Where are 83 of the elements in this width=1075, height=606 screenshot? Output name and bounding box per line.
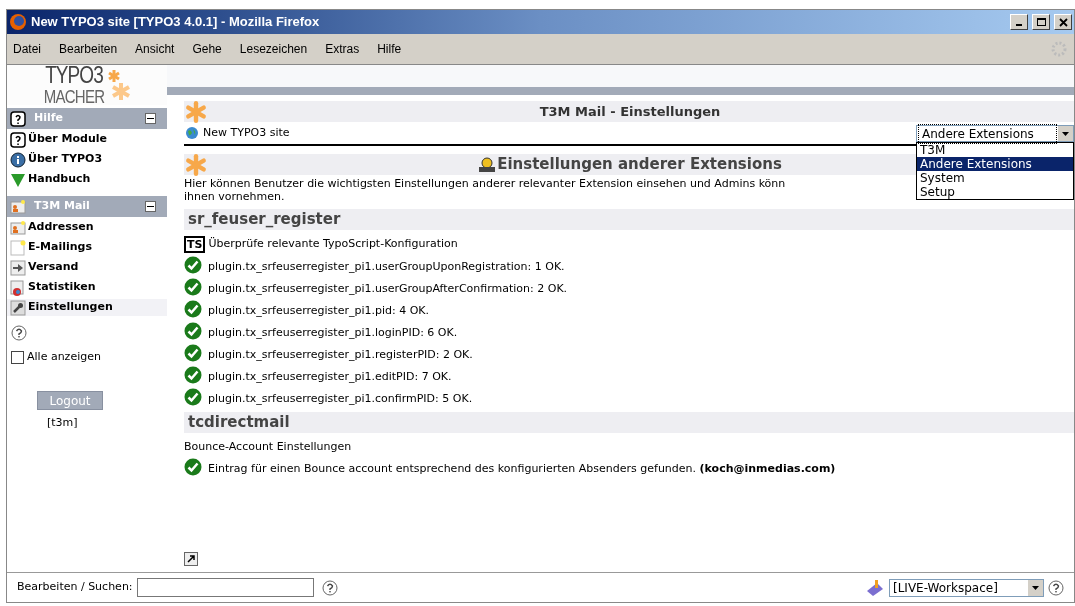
check-result: plugin.tx_srfeuserregister_pi1.editPID: 7 OK. xyxy=(208,368,452,385)
description-text: Hier können Benutzer die wichtigsten Einstellungen anderer relevanter Extension einsehen und Admins könn xyxy=(184,177,786,190)
asterisk-icon xyxy=(185,100,207,123)
card-icon xyxy=(10,219,26,236)
sidebar-item[interactable]: Versand xyxy=(7,259,167,276)
sidebar-item[interactable]: Statistiken xyxy=(7,279,167,296)
sidebar-item[interactable]: Handbuch xyxy=(7,171,167,188)
group-title: tcdirectmail xyxy=(188,412,290,434)
page-title: T3M Mail - Einstellungen xyxy=(538,102,722,121)
check-result: plugin.tx_srfeuserregister_pi1.loginPID: 6 OK. xyxy=(208,324,458,341)
workspace-icon xyxy=(865,578,885,597)
menu-item[interactable]: Ansicht xyxy=(135,40,175,58)
group-subtitle: Bounce-Account Einstellungen xyxy=(184,439,352,455)
window-title: New TYPO3 site [TYPO3 4.0.1] - Mozilla Firefox xyxy=(31,13,321,32)
site-name: New TYPO3 site xyxy=(203,124,290,141)
minimize-button[interactable] xyxy=(1010,14,1028,30)
checkbox[interactable] xyxy=(11,350,24,364)
checkbox-label: Alle anzeigen xyxy=(27,349,101,365)
help-icon[interactable] xyxy=(11,325,27,341)
search-field[interactable] xyxy=(136,578,314,597)
check-result: plugin.tx_srfeuserregister_pi1.userGroupAfterConfirmation: 2 OK. xyxy=(208,280,568,297)
sidebar-item[interactable]: E-Mailings xyxy=(7,239,167,256)
globe-icon xyxy=(185,126,199,140)
description-text: ihnen vornehmen. xyxy=(184,190,285,203)
view-select[interactable]: Andere Extensions xyxy=(916,125,1074,142)
check-icon xyxy=(184,299,202,318)
throbber-icon xyxy=(1050,40,1068,58)
check-result: plugin.tx_srfeuserregister_pi1.userGroupUponRegistration: 1 OK. xyxy=(208,258,565,275)
triangle-icon xyxy=(10,171,26,188)
asterisk-icon xyxy=(108,69,131,101)
sidebar-item[interactable]: Einstellungen xyxy=(7,299,167,316)
check-icon xyxy=(184,458,202,476)
search-label: Bearbeiten / Suchen: xyxy=(17,579,133,596)
help-icon[interactable] xyxy=(321,579,338,596)
help-icon xyxy=(10,110,26,127)
menu-item[interactable]: Lesezeichen xyxy=(239,40,308,58)
menu-item[interactable]: Gehe xyxy=(192,40,222,58)
check-icon xyxy=(184,365,202,384)
check-icon xyxy=(184,343,202,362)
check-icon xyxy=(184,387,202,406)
help-icon[interactable] xyxy=(1048,579,1064,596)
menu-item[interactable]: Extras xyxy=(325,40,360,58)
dropdown-option[interactable]: Andere Extensions xyxy=(917,157,1073,171)
group-title: sr_feuser_register xyxy=(188,209,341,231)
maximize-button[interactable] xyxy=(1032,14,1050,30)
section-title: Hilfe xyxy=(34,110,64,127)
shortcut-icon[interactable] xyxy=(184,552,198,566)
group-subtitle: Überprüfe relevante TypoScript-Konfiguration xyxy=(208,236,458,253)
sidebar-item[interactable]: Über Module xyxy=(7,131,167,148)
section-title: T3M Mail xyxy=(34,198,91,215)
logo-text: TYPO3 xyxy=(45,63,103,85)
dropdown-option[interactable]: T3M xyxy=(917,143,1073,157)
asterisk-icon xyxy=(185,153,207,176)
check-icon xyxy=(184,321,202,340)
sidebar-item[interactable]: Addressen xyxy=(7,219,167,236)
check-result: plugin.tx_srfeuserregister_pi1.confirmPID: 5 OK. xyxy=(208,390,473,407)
dropdown-option[interactable]: System xyxy=(917,171,1073,185)
check-icon xyxy=(184,277,202,296)
close-icon xyxy=(1058,17,1068,27)
dropdown-option[interactable]: Setup xyxy=(917,185,1073,199)
section-title: Einstellungen anderer Extensions xyxy=(497,154,782,176)
browser-logo-icon xyxy=(9,13,27,31)
logo-text: MACHER xyxy=(43,85,105,107)
menu-item[interactable]: Datei xyxy=(13,40,41,58)
check-result: plugin.tx_srfeuserregister_pi1.pid: 4 OK. xyxy=(208,302,430,319)
username: [t3m] xyxy=(47,414,79,431)
workspace-select[interactable]: [LIVE-Workspace] xyxy=(889,578,1044,597)
info-icon xyxy=(10,151,26,168)
check-result: plugin.tx_srfeuserregister_pi1.registerPID: 2 OK. xyxy=(208,346,473,363)
wrench-icon xyxy=(10,299,26,316)
chart-icon xyxy=(10,279,26,296)
check-icon xyxy=(184,255,202,274)
menu-item[interactable]: Hilfe xyxy=(377,40,402,58)
menu-item[interactable]: Bearbeiten xyxy=(59,40,118,58)
ts-badge: TS xyxy=(184,236,206,253)
collapse-icon[interactable] xyxy=(145,113,156,124)
check-result: Eintrag für einen Bounce account entsprechend des konfigurierten Absenders gefunden. (koch@inmedias.com) xyxy=(208,461,836,478)
page-icon xyxy=(10,239,26,256)
help-icon xyxy=(10,131,26,148)
collapse-icon[interactable] xyxy=(145,201,156,212)
close-button[interactable] xyxy=(1054,14,1072,30)
sidebar-item[interactable]: Über TYPO3 xyxy=(7,151,167,168)
card-icon xyxy=(10,198,26,215)
